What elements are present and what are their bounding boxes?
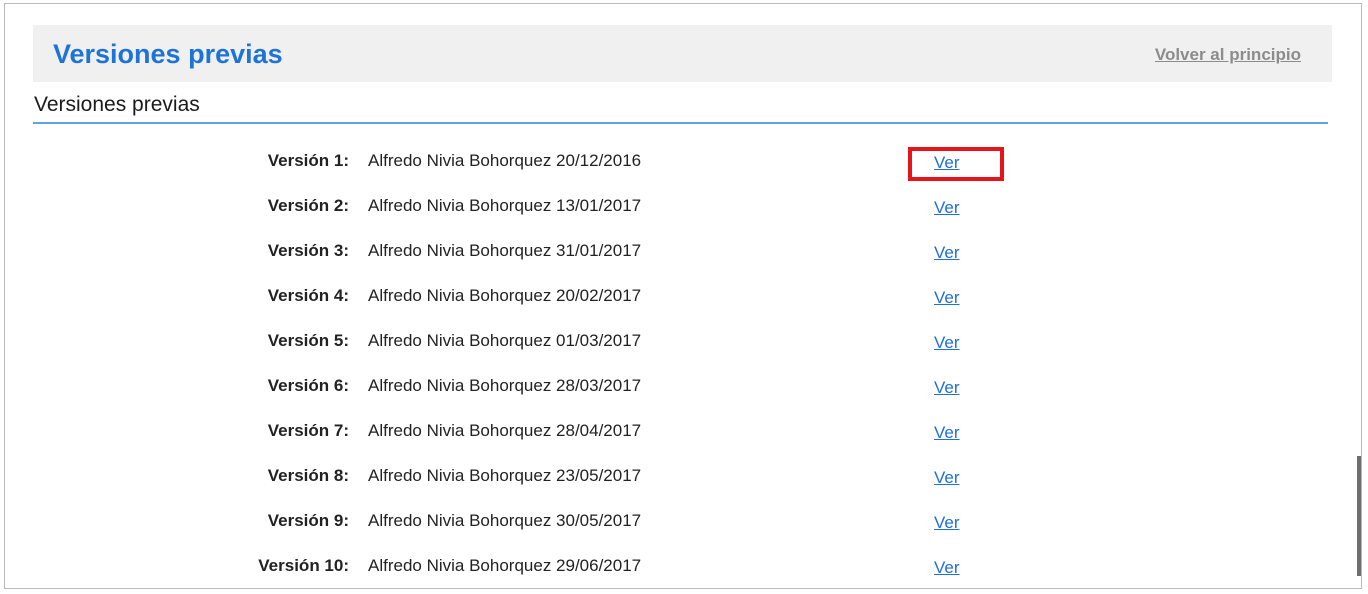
version-row: Versión 9: Alfredo Nivia Bohorquez 30/05…	[5, 500, 1361, 545]
version-label: Versión 9:	[267, 511, 349, 530]
version-author-date: Alfredo Nivia Bohorquez 28/04/2017	[368, 421, 642, 440]
scrollbar-thumb[interactable]	[1357, 456, 1361, 576]
view-version-link[interactable]: Ver	[934, 152, 960, 174]
version-author-date: Alfredo Nivia Bohorquez 13/01/2017	[368, 196, 642, 215]
version-author-date: Alfredo Nivia Bohorquez 29/06/2017	[368, 556, 642, 575]
page-frame: Versiones previas Volver al principio Ve…	[4, 3, 1362, 589]
view-version-link[interactable]: Ver	[934, 557, 960, 579]
version-author-date: Alfredo Nivia Bohorquez 20/02/2017	[368, 286, 642, 305]
version-author-date: Alfredo Nivia Bohorquez 30/05/2017	[368, 511, 642, 530]
version-row: Versión 3: Alfredo Nivia Bohorquez 31/01…	[5, 230, 1361, 275]
view-version-link[interactable]: Ver	[934, 197, 960, 219]
version-label: Versión 8:	[267, 466, 349, 485]
back-to-top-link[interactable]: Volver al principio	[1155, 45, 1301, 65]
version-list: Versión 1: Alfredo Nivia Bohorquez 20/12…	[5, 140, 1361, 588]
version-row: Versión 4: Alfredo Nivia Bohorquez 20/02…	[5, 275, 1361, 320]
version-label: Versión 5:	[267, 331, 349, 350]
version-row: Versión 2: Alfredo Nivia Bohorquez 13/01…	[5, 185, 1361, 230]
version-label: Versión 7:	[267, 421, 349, 440]
view-version-link[interactable]: Ver	[934, 287, 960, 309]
view-version-link[interactable]: Ver	[934, 512, 960, 534]
subsection-divider	[33, 122, 1328, 124]
version-label: Versión 4:	[267, 286, 349, 305]
view-version-link[interactable]: Ver	[934, 467, 960, 489]
view-version-link[interactable]: Ver	[934, 422, 960, 444]
version-row: Versión 1: Alfredo Nivia Bohorquez 20/12…	[5, 140, 1361, 185]
version-author-date: Alfredo Nivia Bohorquez 31/01/2017	[368, 241, 642, 260]
version-row: Versión 7: Alfredo Nivia Bohorquez 28/04…	[5, 410, 1361, 455]
version-author-date: Alfredo Nivia Bohorquez 28/03/2017	[368, 376, 642, 395]
subsection-title: Versiones previas	[34, 93, 200, 116]
view-version-link[interactable]: Ver	[934, 332, 960, 354]
section-header: Versiones previas Volver al principio	[33, 25, 1332, 82]
version-author-date: Alfredo Nivia Bohorquez 01/03/2017	[368, 331, 642, 350]
version-author-date: Alfredo Nivia Bohorquez 20/12/2016	[368, 151, 642, 170]
version-label: Versión 10:	[258, 556, 349, 575]
version-row: Versión 10: Alfredo Nivia Bohorquez 29/0…	[5, 545, 1361, 588]
version-row: Versión 5: Alfredo Nivia Bohorquez 01/03…	[5, 320, 1361, 365]
version-row: Versión 8: Alfredo Nivia Bohorquez 23/05…	[5, 455, 1361, 500]
version-row: Versión 6: Alfredo Nivia Bohorquez 28/03…	[5, 365, 1361, 410]
section-title: Versiones previas	[53, 39, 283, 69]
version-label: Versión 6:	[267, 376, 349, 395]
view-version-link[interactable]: Ver	[934, 377, 960, 399]
version-label: Versión 1:	[267, 151, 349, 170]
version-label: Versión 2:	[267, 196, 349, 215]
version-author-date: Alfredo Nivia Bohorquez 23/05/2017	[368, 466, 642, 485]
view-version-link[interactable]: Ver	[934, 242, 960, 264]
version-label: Versión 3:	[267, 241, 349, 260]
